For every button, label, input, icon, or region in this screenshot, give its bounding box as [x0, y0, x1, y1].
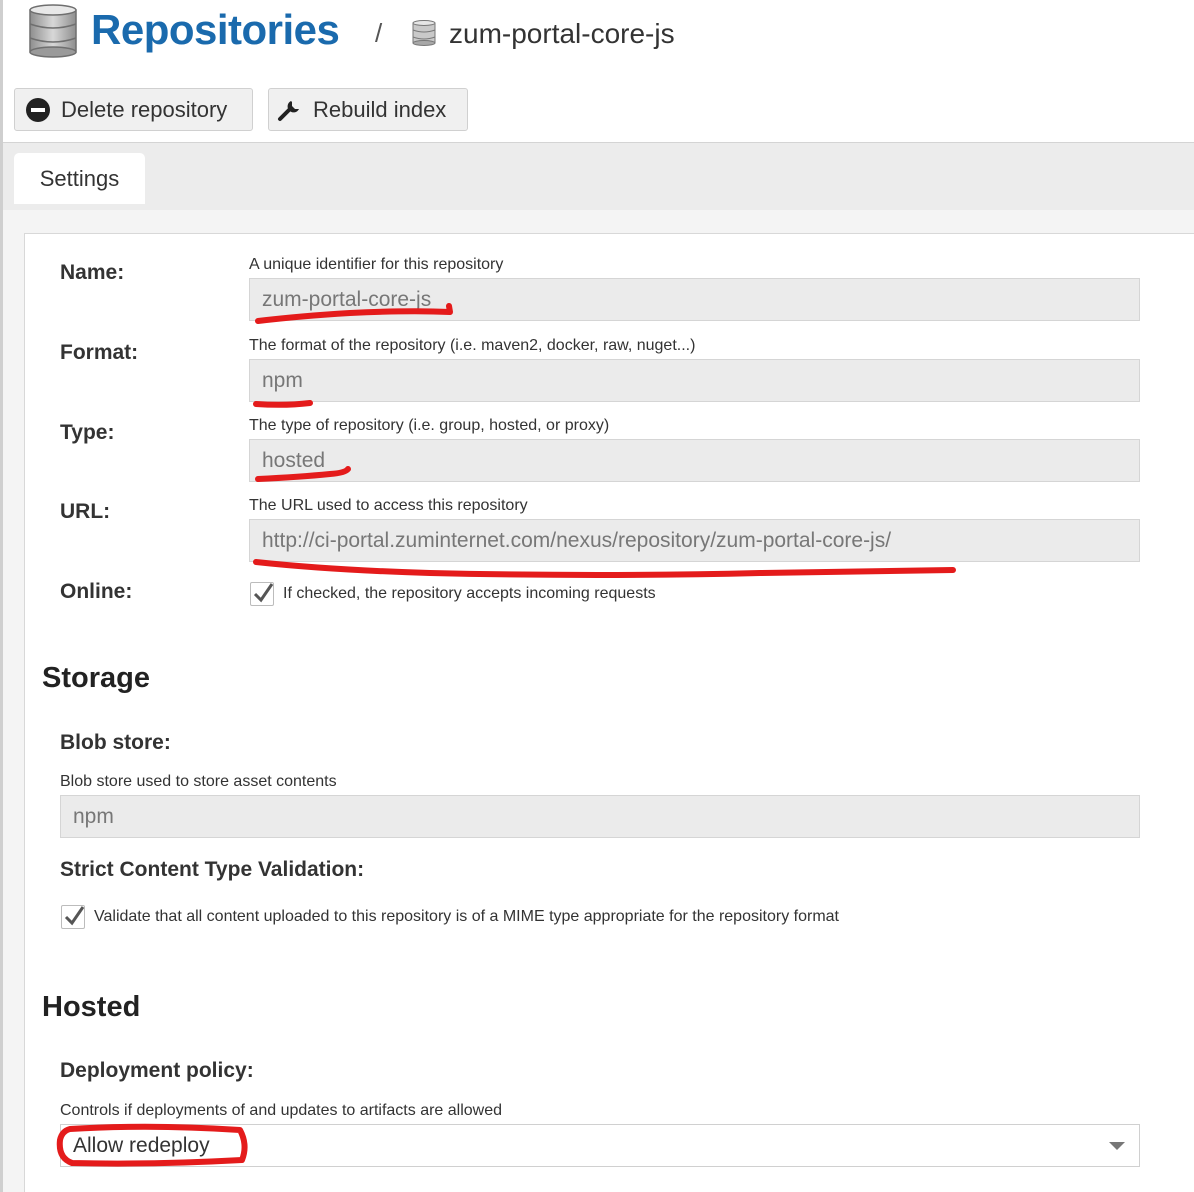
- strict-validation-checkbox-label: Validate that all content uploaded to th…: [94, 908, 839, 925]
- deployment-policy-help: Controls if deployments of and updates t…: [60, 1102, 503, 1119]
- name-field[interactable]: zum-portal-core-js: [249, 278, 1140, 321]
- url-field[interactable]: http://ci-portal.zuminternet.com/nexus/r…: [249, 519, 1140, 562]
- url-label: URL:: [60, 500, 111, 523]
- tab-settings[interactable]: Settings: [14, 153, 145, 204]
- format-help: The format of the repository (i.e. maven…: [249, 337, 696, 354]
- wrench-icon: [278, 100, 299, 121]
- storage-heading: Storage: [42, 662, 150, 694]
- checkmark-icon: [64, 906, 85, 926]
- name-help: A unique identifier for this repository: [249, 256, 504, 273]
- online-checkbox-label: If checked, the repository accepts incom…: [283, 585, 656, 602]
- name-label: Name:: [60, 261, 125, 284]
- tab-strip: [3, 143, 1194, 210]
- format-label: Format:: [60, 341, 139, 364]
- delete-repository-label: Delete repository: [61, 96, 228, 122]
- checkmark-icon: [253, 583, 274, 603]
- database-icon: [412, 20, 436, 46]
- delete-repository-button[interactable]: Delete repository: [14, 88, 253, 131]
- rebuild-index-button[interactable]: Rebuild index: [268, 88, 468, 131]
- url-help: The URL used to access this repository: [249, 497, 528, 514]
- breadcrumb-separator: /: [375, 18, 383, 48]
- rebuild-index-label: Rebuild index: [313, 96, 447, 122]
- online-label: Online:: [60, 580, 133, 603]
- type-help: The type of repository (i.e. group, host…: [249, 417, 610, 434]
- page-title[interactable]: Repositories: [91, 6, 340, 54]
- breadcrumb-repo-name: zum-portal-core-js: [449, 18, 675, 49]
- strict-validation-checkbox[interactable]: [61, 905, 85, 929]
- strict-validation-label: Strict Content Type Validation:: [60, 858, 365, 881]
- type-label: Type:: [60, 421, 115, 444]
- database-icon: [29, 4, 77, 58]
- blob-store-label: Blob store:: [60, 731, 171, 754]
- hosted-heading: Hosted: [42, 991, 141, 1023]
- deployment-policy-select[interactable]: Allow redeploy: [60, 1124, 1140, 1167]
- blob-store-field[interactable]: npm: [60, 795, 1140, 838]
- deployment-policy-value: Allow redeploy: [73, 1133, 210, 1157]
- minus-circle-icon: [26, 97, 50, 122]
- deployment-policy-label: Deployment policy:: [60, 1059, 254, 1082]
- blob-store-help: Blob store used to store asset contents: [60, 773, 337, 790]
- format-field[interactable]: npm: [249, 359, 1140, 402]
- online-checkbox[interactable]: [250, 582, 274, 606]
- type-field[interactable]: hosted: [249, 439, 1140, 482]
- caret-down-icon[interactable]: [1109, 1142, 1125, 1150]
